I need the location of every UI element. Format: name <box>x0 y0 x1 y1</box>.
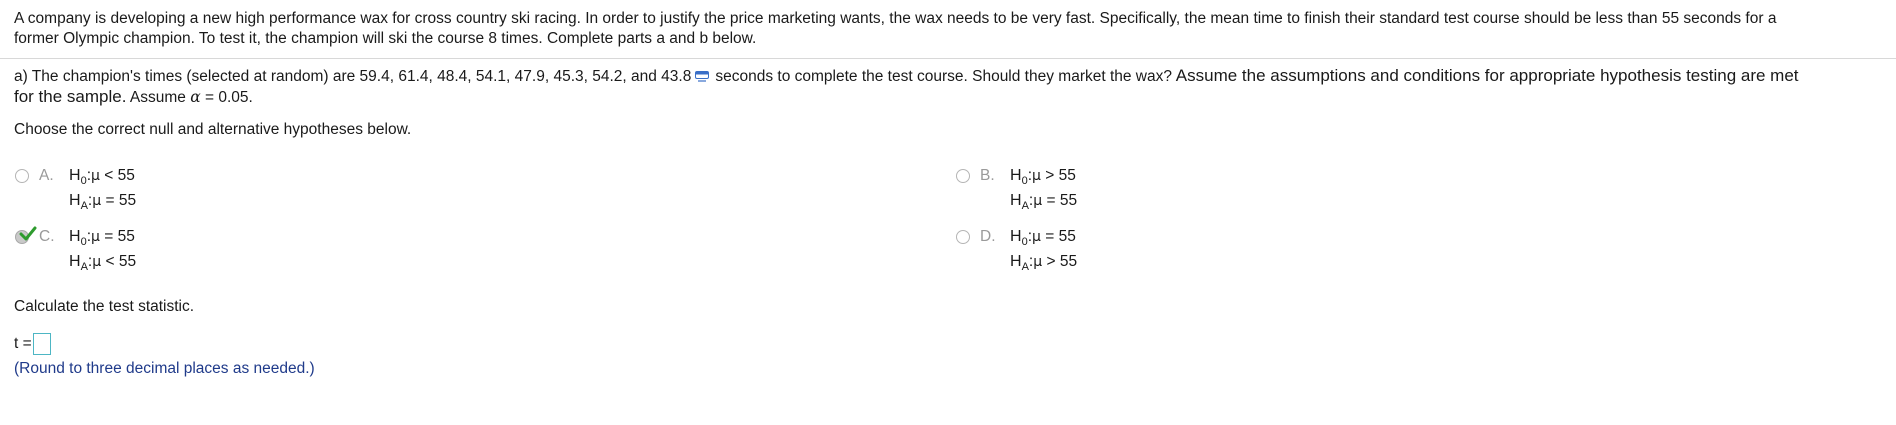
option-a-radio[interactable] <box>15 169 29 183</box>
option-d-letter: D. <box>980 228 996 245</box>
option-c-alt: HA:μ < 55 <box>69 253 137 273</box>
part-a-text-5: Assume <box>126 89 191 106</box>
option-d[interactable]: D. H0:μ = 55 HA:μ > 55 <box>956 224 1256 274</box>
part-a-text-1: a) The champion's times (selected at ran… <box>14 68 692 85</box>
part-a-question: a) The champion's times (selected at ran… <box>14 66 1889 108</box>
alpha-value: = 0.05. <box>200 89 253 106</box>
part-a-text-4: for the sample. <box>14 87 127 106</box>
calc-prompt: Calculate the test statistic. <box>14 298 195 315</box>
part-a-line-2: for the sample. Assume α = 0.05. <box>14 87 1889 108</box>
option-c-letter: C. <box>39 228 55 245</box>
t-label: t = <box>14 335 32 352</box>
problem-intro: A company is developing a new high perfo… <box>14 9 1879 49</box>
data-table-icon[interactable] <box>695 71 710 82</box>
part-a-line-1: a) The champion's times (selected at ran… <box>14 66 1889 87</box>
checkmark-icon <box>19 226 37 241</box>
option-b-radio[interactable] <box>956 169 970 183</box>
intro-line-2: former Olympic champion. To test it, the… <box>14 30 757 47</box>
option-a[interactable]: A. H0:μ < 55 HA:μ = 55 <box>15 163 315 213</box>
choose-prompt: Choose the correct null and alternative … <box>14 121 412 138</box>
option-d-alt: HA:μ > 55 <box>1010 253 1078 273</box>
rounding-hint: (Round to three decimal places as needed… <box>14 360 315 377</box>
option-b[interactable]: B. H0:μ > 55 HA:μ = 55 <box>956 163 1256 213</box>
test-statistic-row: t = <box>14 333 51 355</box>
alpha-symbol: α <box>190 88 201 106</box>
t-answer-input[interactable] <box>32 333 51 355</box>
option-a-null: H0:μ < 55 <box>69 167 135 187</box>
part-a-text-2: seconds to complete the test course. Sho… <box>715 68 1172 85</box>
option-c-null: H0:μ = 55 <box>69 228 135 248</box>
option-a-letter: A. <box>39 167 54 184</box>
option-c[interactable]: C. H0:μ = 55 HA:μ < 55 <box>15 224 315 274</box>
option-d-null: H0:μ = 55 <box>1010 228 1076 248</box>
option-b-null: H0:μ > 55 <box>1010 167 1076 187</box>
part-a-text-3: Assume the assumptions and conditions fo… <box>1172 66 1799 85</box>
option-b-letter: B. <box>980 167 995 184</box>
intro-line-1: A company is developing a new high perfo… <box>14 10 1777 27</box>
option-a-alt: HA:μ = 55 <box>69 192 137 212</box>
section-divider <box>0 58 1896 59</box>
option-b-alt: HA:μ = 55 <box>1010 192 1078 212</box>
option-d-radio[interactable] <box>956 230 970 244</box>
